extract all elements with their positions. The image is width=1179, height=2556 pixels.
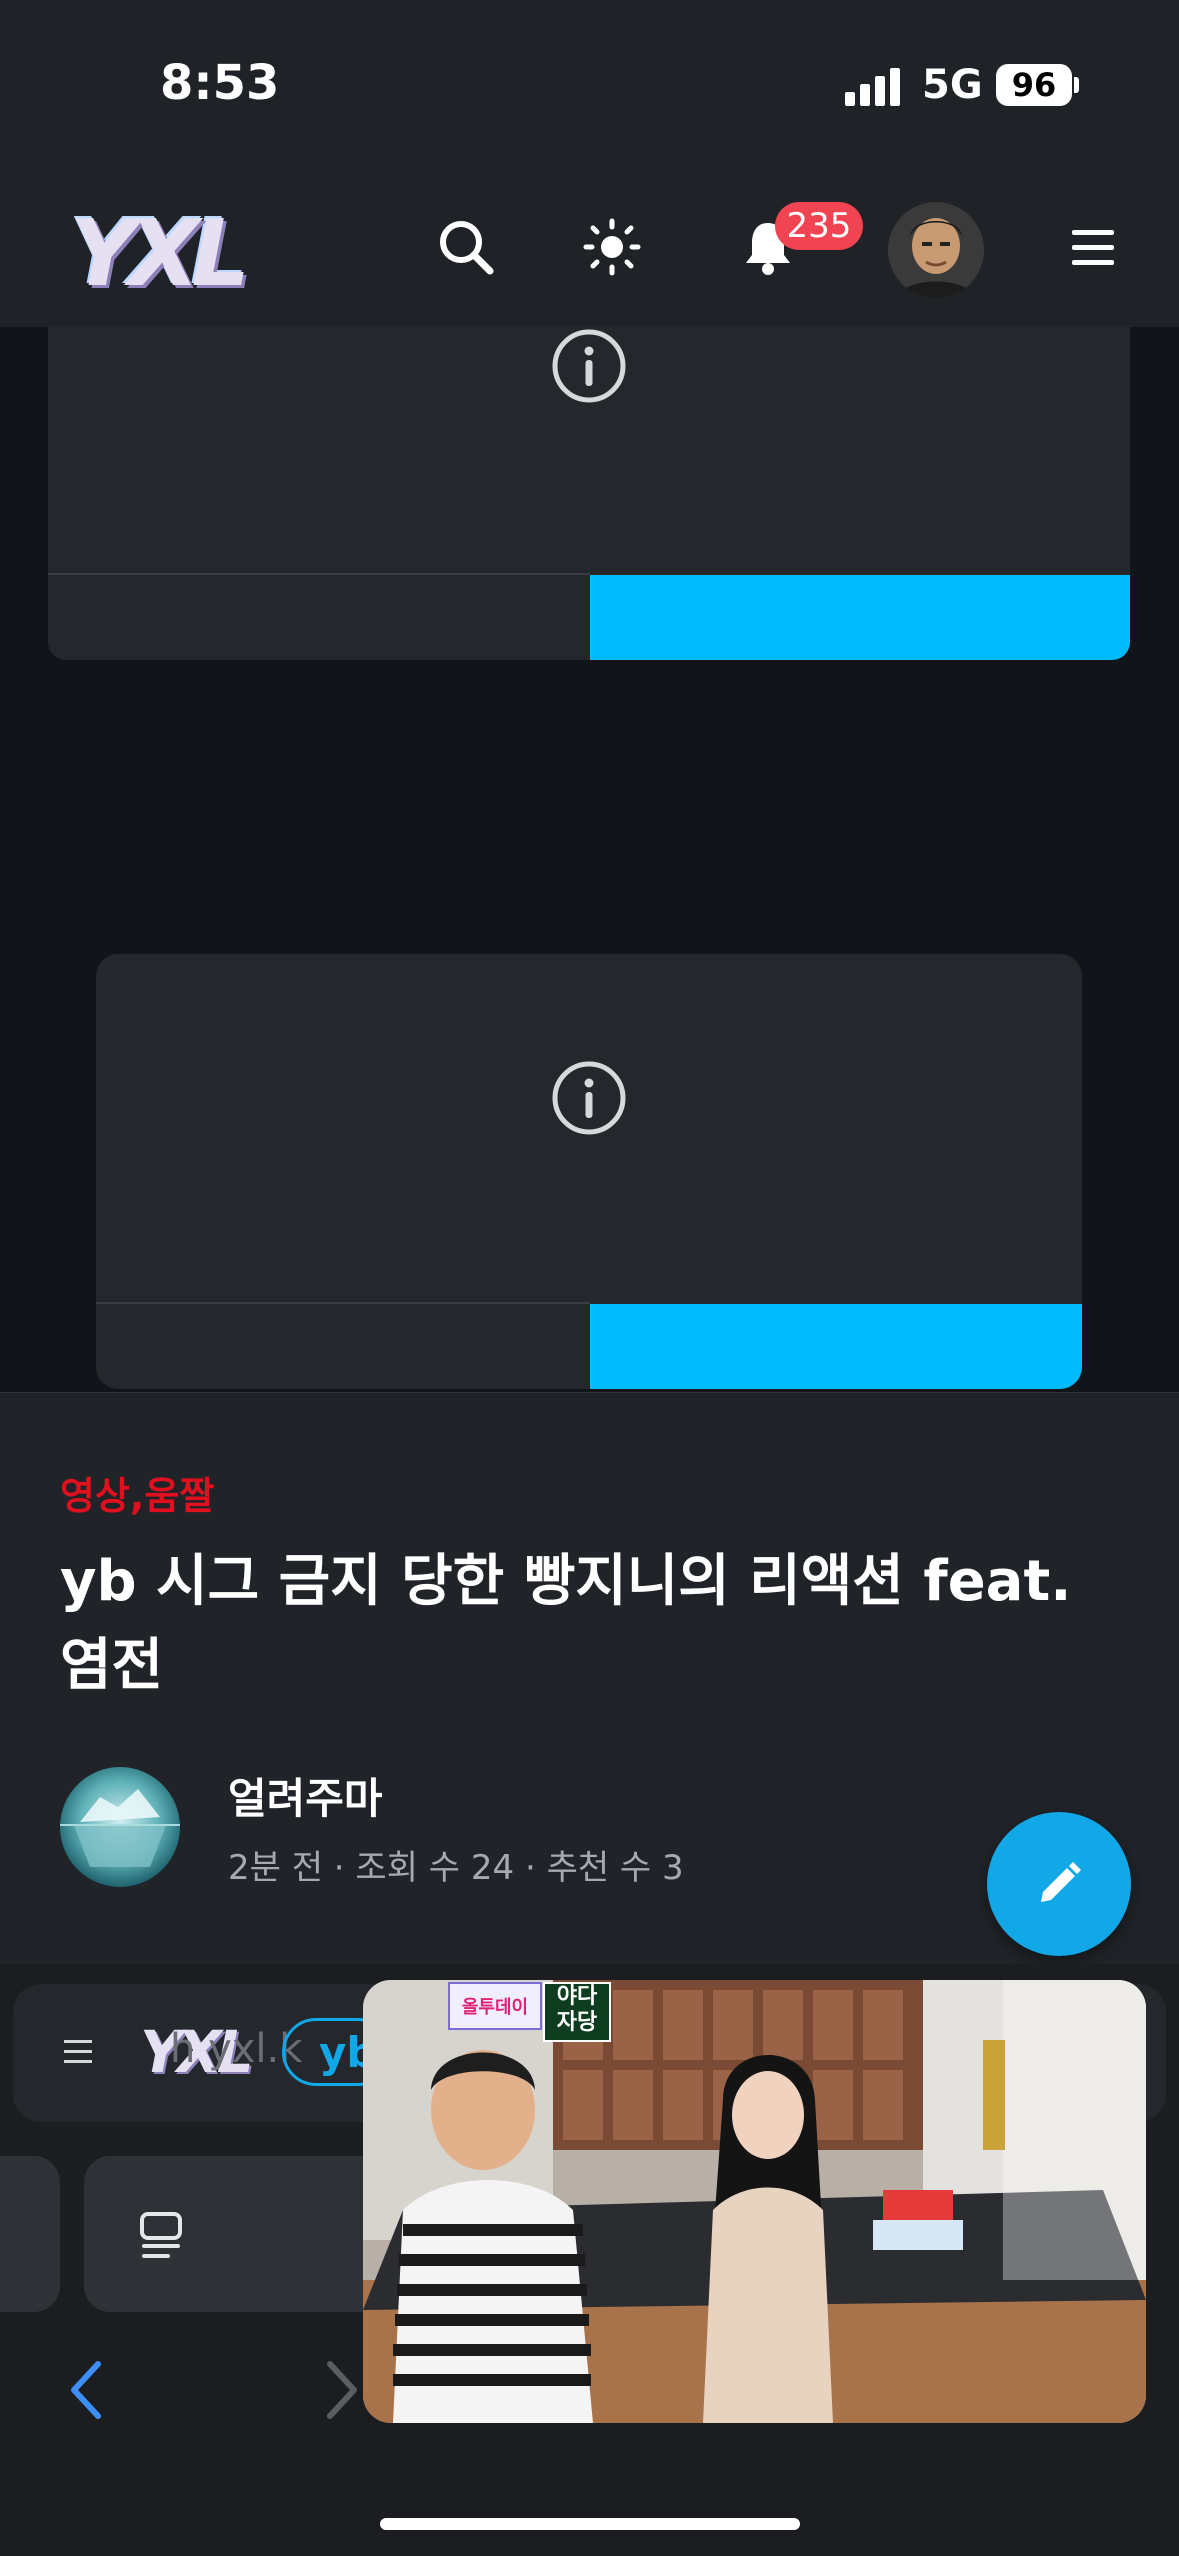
info-icon bbox=[550, 327, 628, 405]
write-post-button[interactable] bbox=[987, 1812, 1131, 1956]
pencil-icon bbox=[1041, 1862, 1081, 1902]
author-name[interactable]: 얼려주마 bbox=[228, 1765, 383, 1826]
ad-cta-button[interactable] bbox=[590, 575, 1130, 660]
status-time: 8:53 bbox=[160, 55, 280, 111]
info-icon bbox=[550, 1059, 628, 1137]
cellular-signal-icon bbox=[845, 66, 905, 106]
stream-sticker-top: 올투데이 bbox=[448, 1982, 542, 2030]
notification-count-badge: 235 bbox=[775, 202, 863, 250]
site-logo[interactable]: YXL bbox=[70, 200, 250, 307]
forward-chevron-icon[interactable] bbox=[320, 2358, 364, 2422]
theme-toggle-sun-icon[interactable] bbox=[580, 215, 644, 279]
author-avatar[interactable] bbox=[60, 1767, 180, 1887]
picture-in-picture-video[interactable]: 올투데이 야다 자당 bbox=[363, 1980, 1146, 2423]
ad-divider bbox=[96, 1302, 590, 1304]
ad-cta-button[interactable] bbox=[590, 1304, 1082, 1389]
article-title-line2: 염전 bbox=[60, 1633, 164, 1698]
article-meta: 2분 전 · 조회 수 24 · 추천 수 3 bbox=[228, 1848, 684, 1888]
battery-icon: 96 bbox=[996, 64, 1072, 106]
battery-level: 96 bbox=[1011, 66, 1057, 104]
tabs-icon bbox=[134, 2206, 194, 2266]
user-avatar[interactable] bbox=[888, 202, 984, 298]
tab-preview-left[interactable] bbox=[0, 2156, 60, 2312]
article-title-line1: yb 시그 금지 당한 빵지니의 리액션 feat. bbox=[60, 1549, 1072, 1614]
ad-divider bbox=[48, 573, 590, 575]
battery-tip bbox=[1074, 77, 1079, 93]
ad-placeholder-2[interactable] bbox=[96, 954, 1082, 1389]
stream-sticker-right: 야다 자당 bbox=[543, 1982, 611, 2042]
back-chevron-icon[interactable] bbox=[64, 2358, 108, 2422]
search-icon[interactable] bbox=[434, 215, 498, 279]
menu-hamburger-icon[interactable] bbox=[1068, 228, 1118, 268]
network-label: 5G bbox=[922, 62, 983, 108]
home-indicator[interactable] bbox=[380, 2518, 800, 2530]
ad-placeholder-1[interactable] bbox=[48, 327, 1130, 660]
reader-menu-icon[interactable] bbox=[60, 2032, 96, 2072]
article-category[interactable]: 영상,움짤 bbox=[60, 1465, 214, 1520]
article-title: yb 시그 금지 당한 빵지니의 리액션 feat. 염전 bbox=[60, 1540, 1120, 1708]
